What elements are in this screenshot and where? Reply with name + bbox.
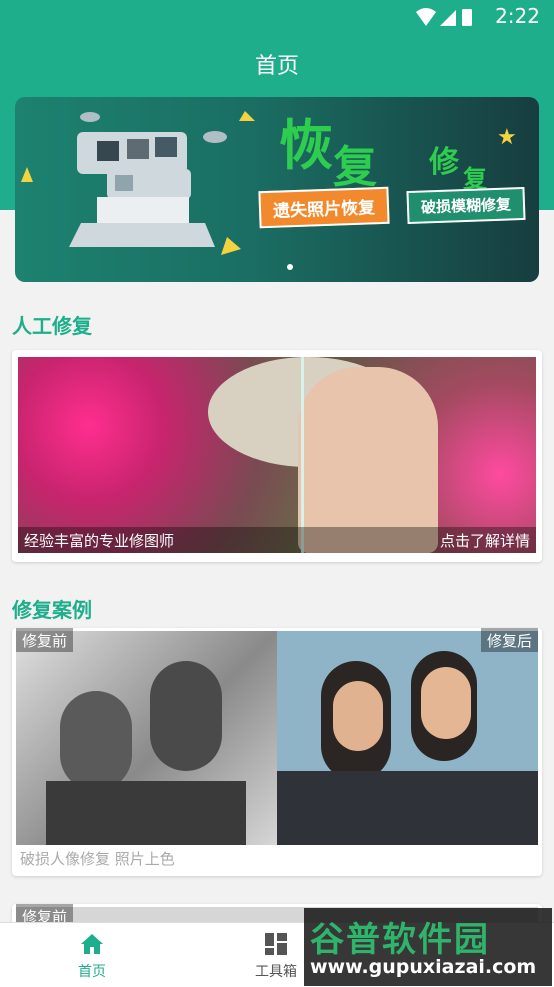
home-icon	[81, 934, 103, 954]
battery-icon	[462, 9, 472, 26]
banner-tag-damage-repair: 破损模糊修复	[406, 186, 526, 225]
tab-home-label: 首页	[78, 964, 106, 980]
tab-home[interactable]: 首页	[32, 923, 152, 987]
grid-icon	[265, 933, 287, 955]
banner-title-char-1: 恢	[279, 114, 333, 177]
watermark-brand: 谷普软件园	[310, 920, 490, 960]
page-title: 首页	[254, 54, 299, 79]
before-photo	[16, 631, 277, 845]
status-icons	[416, 8, 472, 26]
after-photo	[277, 631, 538, 845]
section-title-cases: 修复案例	[12, 598, 92, 622]
star-icon: ★	[497, 125, 517, 150]
banner-tag-lost-photo: 遗失照片恢复	[258, 186, 390, 229]
wifi-icon	[416, 8, 436, 26]
banner-page-indicator[interactable]	[287, 264, 293, 270]
watermark-url: www.gupuxiazai.com	[310, 956, 537, 978]
repair-case-card[interactable]: 修复前 修复后 破损人像修复 照片上色	[12, 628, 542, 876]
signal-icon	[440, 10, 456, 26]
banner-subtitle-char-1: 修	[429, 145, 459, 180]
status-time: 2:22	[495, 4, 540, 28]
caption-repairer: 经验丰富的专业修图师	[24, 532, 175, 550]
learn-more-link[interactable]: 点击了解详情	[440, 530, 530, 551]
manual-repair-card[interactable]: 经验丰富的专业修图师 点击了解详情	[12, 350, 542, 562]
banner-illustration	[21, 111, 255, 255]
before-label: 修复前	[16, 628, 74, 652]
section-title-manual: 人工修复	[12, 314, 92, 338]
banner-title-char-2: 复	[333, 142, 377, 193]
status-bar: 2:22	[0, 0, 554, 32]
after-label: 修复后	[480, 628, 538, 652]
manual-repair-caption: 经验丰富的专业修图师 点击了解详情	[18, 527, 536, 553]
promo-banner[interactable]: 恢 复 修 复 ★ 遗失照片恢复 破损模糊修复	[15, 97, 539, 282]
watermark-logo: 谷普软件园 www.gupuxiazai.com	[304, 908, 552, 986]
manual-repair-photo	[18, 357, 536, 553]
case-caption: 破损人像修复 照片上色	[20, 850, 175, 868]
